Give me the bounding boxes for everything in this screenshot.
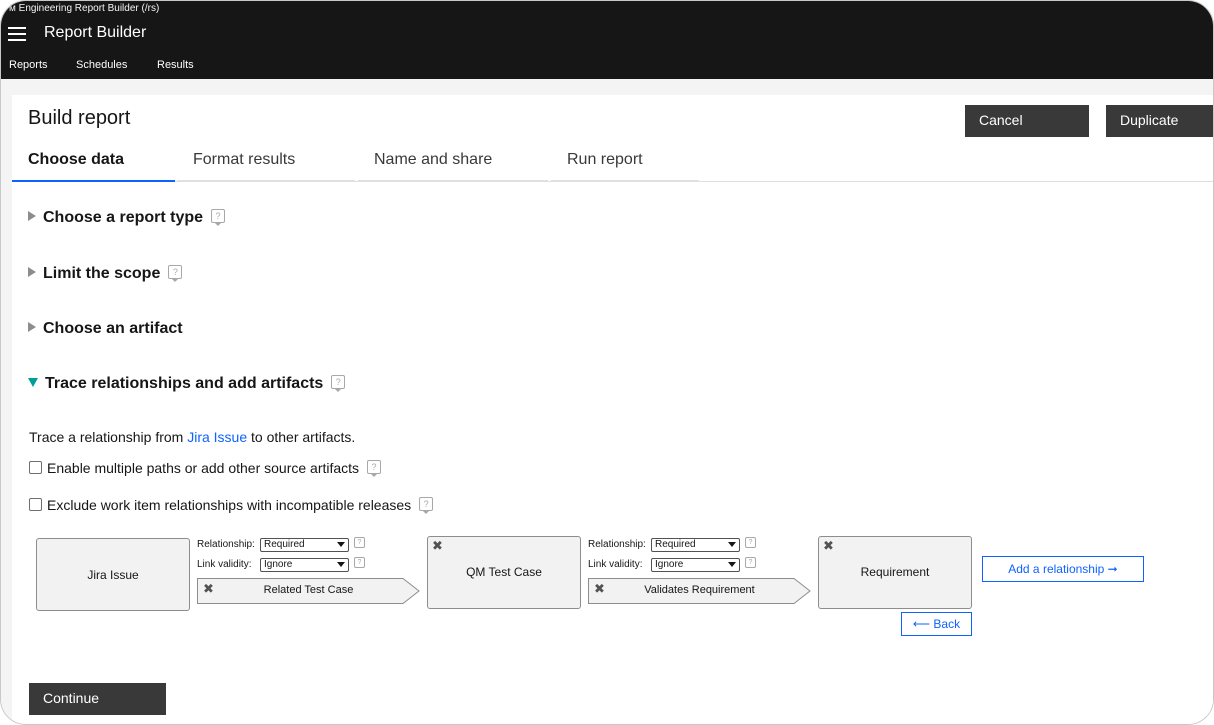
section-choose-artifact[interactable]: Choose an artifact <box>28 320 183 338</box>
select-value: Required <box>655 539 696 550</box>
link-validity-select-1[interactable]: Ignore <box>260 558 349 572</box>
section-limit-scope[interactable]: Limit the scope? <box>28 265 183 283</box>
section-label: Trace relationships and add artifacts <box>45 375 324 392</box>
nav-reports[interactable]: Reports <box>9 59 48 71</box>
remove-icon[interactable]: ✖ <box>432 539 443 553</box>
enable-multiple-paths-row: Enable multiple paths or add other sourc… <box>29 460 382 477</box>
link-arrow-validates-requirement[interactable]: ✖ Validates Requirement <box>588 578 811 604</box>
section-label: Choose an artifact <box>43 320 183 337</box>
caret-right-icon <box>28 211 36 221</box>
arrow-left-icon: ⟵ <box>912 617 931 631</box>
duplicate-button[interactable]: Duplicate <box>1106 105 1213 137</box>
exclude-incompatible-checkbox[interactable] <box>29 498 42 511</box>
caret-right-icon <box>28 267 36 277</box>
exclude-incompatible-row: Exclude work item relationships with inc… <box>29 497 434 514</box>
section-label: Limit the scope <box>43 265 161 282</box>
section-label: Choose a report type <box>43 209 204 226</box>
checkbox-label: Enable multiple paths or add other sourc… <box>47 460 360 476</box>
arrow-right-icon: ➞ <box>1107 562 1118 576</box>
relationship-label: Relationship: <box>588 539 646 550</box>
select-value: Ignore <box>264 559 293 570</box>
relationship-select-2[interactable]: Required <box>651 538 740 552</box>
caret-down-icon <box>28 378 38 387</box>
tab-format-results[interactable]: Format results <box>177 149 355 182</box>
tab-label: Format results <box>193 151 296 168</box>
help-icon[interactable]: ? <box>745 557 756 568</box>
continue-button[interactable]: Continue <box>29 683 166 715</box>
checkbox-label: Exclude work item relationships with inc… <box>47 497 412 513</box>
nav-schedules[interactable]: Schedules <box>76 59 127 71</box>
link-validity-label: Link validity: <box>588 559 643 570</box>
section-trace-relationships[interactable]: Trace relationships and add artifacts? <box>28 375 346 393</box>
relationship-select-1[interactable]: Required <box>260 538 349 552</box>
chevron-down-icon <box>728 542 736 547</box>
tab-active-indicator <box>12 180 175 182</box>
caret-right-icon <box>28 322 36 332</box>
help-icon[interactable]: ? <box>367 460 382 477</box>
main-panel <box>12 95 1213 724</box>
help-icon[interactable]: ? <box>354 537 365 548</box>
app-title: Report Builder <box>44 24 147 41</box>
chevron-down-icon <box>337 562 345 567</box>
trace-prefix: Trace a relationship from <box>29 429 188 445</box>
tab-name-and-share[interactable]: Name and share <box>358 149 548 182</box>
app-window: ᴍ Engineering Report Builder (/rs) Repor… <box>0 0 1214 725</box>
jira-issue-link[interactable]: Jira Issue <box>187 429 247 445</box>
section-choose-report-type[interactable]: Choose a report type? <box>28 209 226 227</box>
button-label: Add a relationship <box>1008 562 1105 576</box>
help-icon[interactable]: ? <box>168 265 183 282</box>
enable-multiple-paths-checkbox[interactable] <box>29 461 42 474</box>
hamburger-menu-icon[interactable] <box>8 27 26 41</box>
tab-label: Choose data <box>28 151 125 168</box>
tab-label: Name and share <box>374 151 493 168</box>
relationship-label: Relationship: <box>197 539 255 550</box>
help-icon[interactable]: ? <box>419 497 434 514</box>
trace-description: Trace a relationship from Jira Issue to … <box>29 429 355 445</box>
chevron-down-icon <box>337 542 345 547</box>
app-caption: ᴍ Engineering Report Builder (/rs) <box>9 3 160 14</box>
help-icon[interactable]: ? <box>331 375 346 392</box>
artifact-node-requirement[interactable]: ✖ Requirement <box>818 536 972 609</box>
node-label: Requirement <box>860 565 930 579</box>
chevron-down-icon <box>728 562 736 567</box>
link-name: Related Test Case <box>263 584 354 596</box>
remove-icon[interactable]: ✖ <box>823 539 834 553</box>
link-validity-label: Link validity: <box>197 559 252 570</box>
tab-run-report[interactable]: Run report <box>551 149 699 182</box>
tab-indicator <box>177 180 355 182</box>
artifact-node-qm-test-case[interactable]: ✖ QM Test Case <box>427 536 581 609</box>
help-icon[interactable]: ? <box>745 537 756 548</box>
add-relationship-button[interactable]: Add a relationship ➞ <box>982 556 1144 582</box>
tab-label: Run report <box>567 151 643 168</box>
top-bar: ᴍ Engineering Report Builder (/rs) Repor… <box>1 1 1213 79</box>
select-value: Required <box>264 539 305 550</box>
link-name: Validates Requirement <box>644 584 755 596</box>
back-button[interactable]: ⟵ Back <box>901 612 972 636</box>
tab-choose-data[interactable]: Choose data <box>12 149 175 182</box>
artifact-node-jira-issue[interactable]: Jira Issue <box>36 538 190 611</box>
node-label: Jira Issue <box>87 568 139 582</box>
page-title: Build report <box>28 107 131 129</box>
link-validity-select-2[interactable]: Ignore <box>651 558 740 572</box>
select-value: Ignore <box>655 559 684 570</box>
tab-indicator <box>358 180 548 182</box>
trace-suffix: to other artifacts. <box>247 429 356 445</box>
node-label: QM Test Case <box>466 565 542 579</box>
help-icon[interactable]: ? <box>211 209 226 226</box>
nav-results[interactable]: Results <box>157 59 194 71</box>
help-icon[interactable]: ? <box>354 557 365 568</box>
tab-indicator <box>551 180 699 182</box>
button-label: Back <box>933 617 961 631</box>
cancel-button[interactable]: Cancel <box>965 105 1089 137</box>
link-arrow-related-test-case[interactable]: ✖ Related Test Case <box>197 578 420 604</box>
